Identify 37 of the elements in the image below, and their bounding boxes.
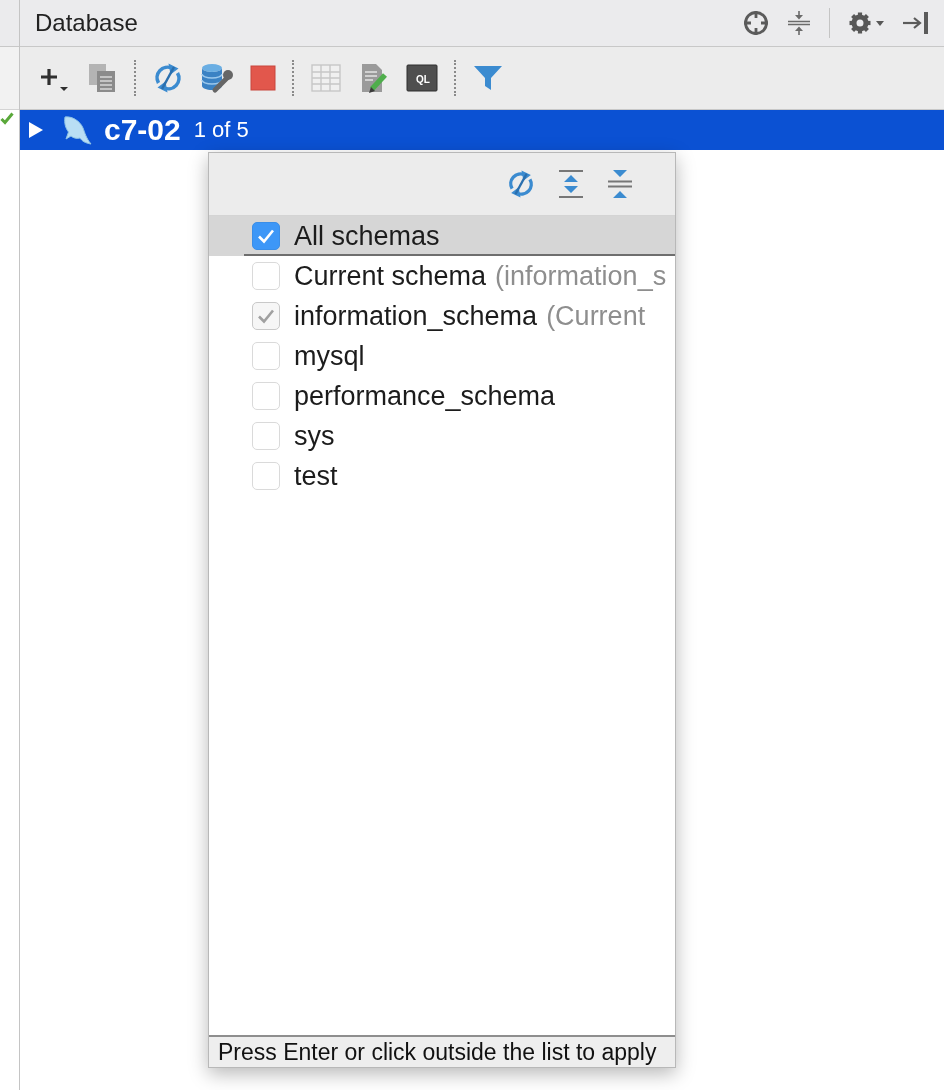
- collapse-all-icon[interactable]: [606, 169, 634, 199]
- refresh-icon[interactable]: [506, 169, 536, 199]
- arrow-to-bar-icon[interactable]: [902, 10, 930, 36]
- apply-hint: Press Enter or click outside the list to apply: [209, 1035, 675, 1067]
- panel-title: Database: [35, 9, 138, 36]
- check-icon: [0, 112, 14, 125]
- schema-count: 1 of 5: [193, 117, 249, 143]
- crosshair-icon[interactable]: [743, 10, 769, 36]
- schema-name: sys: [294, 420, 335, 452]
- expand-arrow-icon[interactable]: [28, 121, 44, 139]
- schema-name: mysql: [294, 340, 365, 372]
- schema-name: test: [294, 460, 338, 492]
- connection-name: c7-02: [104, 113, 181, 147]
- expand-all-icon[interactable]: [557, 169, 585, 199]
- schema-note: (Current: [546, 300, 646, 332]
- schema-list-item[interactable]: mysql: [209, 336, 675, 376]
- settings-icon[interactable]: [847, 10, 885, 36]
- schema-list-item[interactable]: sys: [209, 416, 675, 456]
- stop-icon[interactable]: [250, 65, 276, 91]
- schema-list-item[interactable]: test: [209, 456, 675, 496]
- refresh-icon[interactable]: [152, 62, 184, 94]
- schema-name: information_schema: [294, 300, 538, 332]
- database-wrench-icon[interactable]: [200, 62, 234, 94]
- tick-icon: [257, 228, 275, 244]
- connection-row[interactable]: c7-02 1 of 5: [20, 110, 944, 150]
- copy-icon[interactable]: [86, 62, 118, 94]
- console-icon[interactable]: QL: [406, 64, 438, 92]
- schema-list-item[interactable]: Current schema (information_s: [209, 256, 675, 296]
- schema-name: performance_schema: [294, 380, 556, 412]
- schema-name: All schemas: [294, 220, 440, 252]
- collapse-icon[interactable]: [786, 10, 812, 36]
- tick-icon: [257, 308, 275, 324]
- schema-list-item[interactable]: All schemas: [209, 216, 675, 256]
- schema-list-item[interactable]: performance_schema: [209, 376, 675, 416]
- schema-name: Current schema: [294, 260, 487, 292]
- checkbox[interactable]: [252, 222, 280, 250]
- schema-note: (information_s: [495, 260, 667, 292]
